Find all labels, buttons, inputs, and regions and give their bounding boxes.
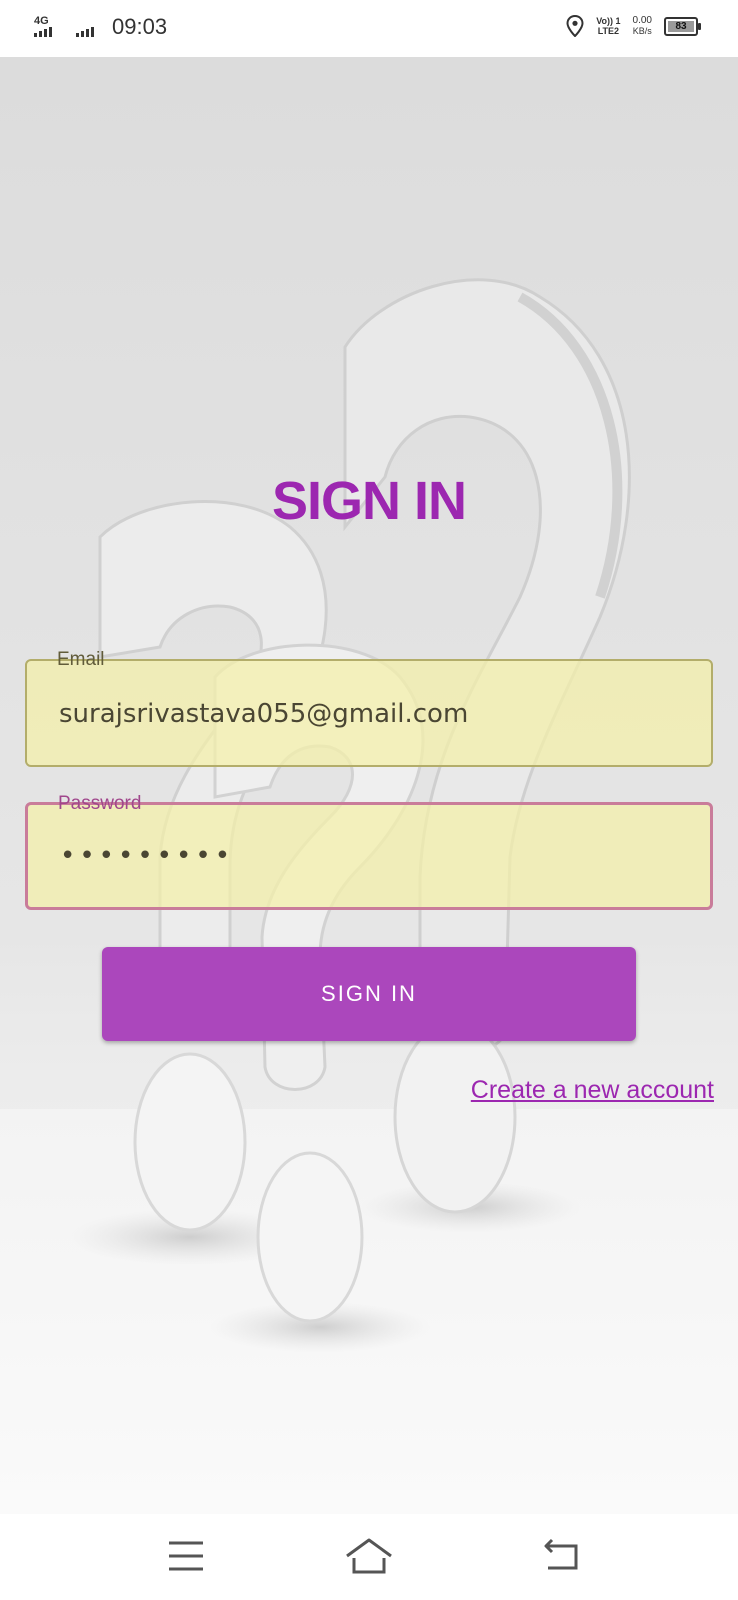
status-bar: 4G 09:03 Vo)) 1 LTE2 0.00 KB/s 83 (0, 0, 738, 57)
page-title: SIGN IN (271, 471, 467, 531)
email-label: Email (49, 649, 113, 671)
email-value[interactable]: surajsrivastava055@gmail.com (59, 699, 468, 729)
password-label: Password (50, 793, 150, 815)
navigation-bar (0, 1514, 738, 1600)
location-icon (566, 15, 584, 37)
menu-icon[interactable] (161, 1534, 211, 1578)
create-account-link[interactable]: Create a new account (471, 1076, 714, 1105)
status-left: 4G 09:03 (34, 14, 167, 40)
clock: 09:03 (112, 14, 168, 39)
battery-level: 83 (668, 20, 694, 32)
password-value[interactable]: ••••••••• (60, 841, 234, 871)
signal-icon-2 (76, 15, 104, 39)
volte-indicator: Vo)) 1 LTE2 (596, 16, 621, 36)
signal-icon: 4G (34, 15, 68, 39)
battery-icon: 83 (664, 16, 701, 36)
home-icon[interactable] (344, 1534, 394, 1578)
back-icon[interactable] (538, 1534, 588, 1578)
network-type: 4G (34, 15, 49, 27)
password-field[interactable]: Password ••••••••• (25, 793, 713, 910)
sign-in-button[interactable]: SIGN IN (102, 947, 636, 1041)
network-speed: 0.00 KB/s (632, 15, 652, 37)
email-field[interactable]: Email surajsrivastava055@gmail.com (25, 649, 713, 767)
question-marks-illustration (0, 278, 738, 1514)
background-image (0, 57, 738, 1514)
status-right: Vo)) 1 LTE2 0.00 KB/s 83 (566, 15, 701, 37)
